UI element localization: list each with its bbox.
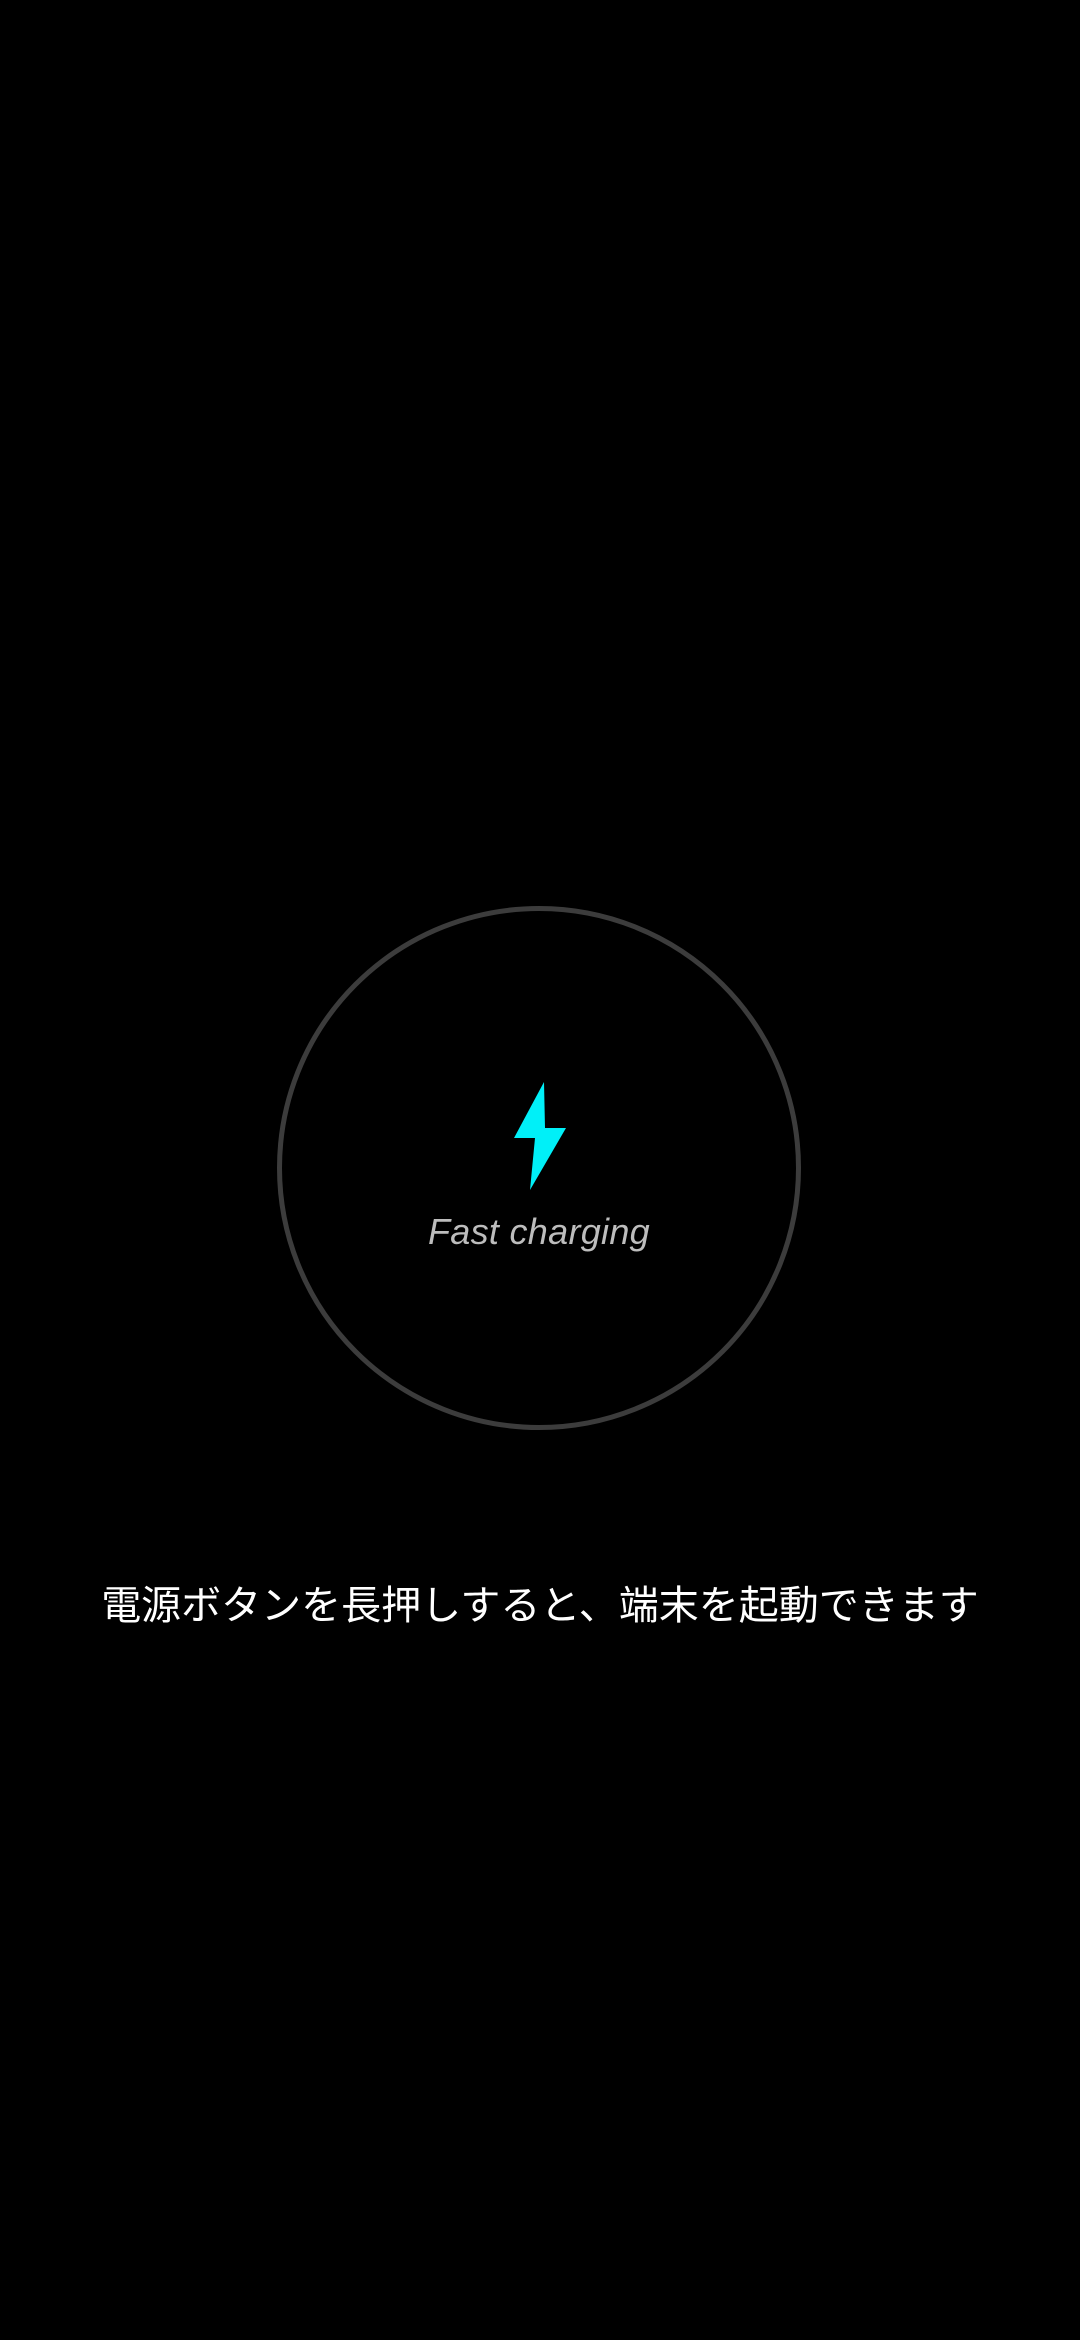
lightning-bolt-icon [514, 1082, 566, 1190]
charging-screen: Fast charging 電源ボタンを長押しすると、端末を起動できます [0, 0, 1080, 2340]
power-button-hint: 電源ボタンを長押しすると、端末を起動できます [101, 1583, 979, 1629]
charging-status-label: Fast charging [427, 1211, 650, 1252]
